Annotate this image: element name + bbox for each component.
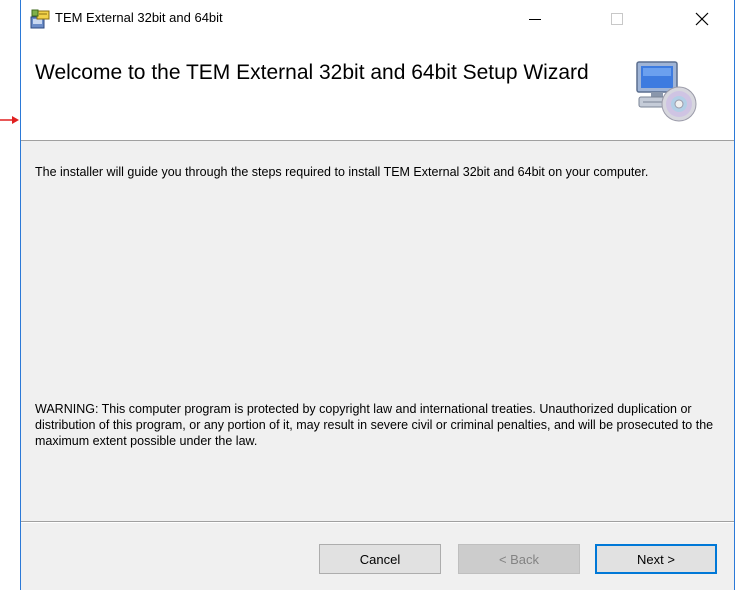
computer-cd-icon [636, 61, 697, 122]
cancel-button[interactable]: Cancel [319, 544, 441, 574]
next-button[interactable]: Next > [595, 544, 717, 574]
warning-text: WARNING: This computer program is protec… [35, 402, 714, 448]
close-button[interactable] [679, 0, 725, 38]
back-button[interactable]: < Back [458, 544, 580, 574]
maximize-button[interactable] [594, 0, 640, 38]
footer-divider-highlight [21, 522, 734, 523]
intro-text: The installer will guide you through the… [35, 165, 649, 179]
wizard-title: Welcome to the TEM External 32bit and 64… [35, 61, 589, 84]
close-icon [695, 12, 709, 26]
red-arrow-icon [0, 116, 19, 124]
window-title: TEM External 32bit and 64bit [55, 10, 223, 25]
wizard-header: Welcome to the TEM External 32bit and 64… [21, 38, 734, 141]
installer-icon [30, 9, 50, 29]
minimize-button[interactable] [512, 0, 558, 38]
setup-wizard-window: TEM External 32bit and 64bit Welcome to … [20, 0, 735, 590]
maximize-icon [611, 13, 623, 25]
title-bar: TEM External 32bit and 64bit [21, 0, 734, 38]
minimize-icon [529, 19, 541, 20]
